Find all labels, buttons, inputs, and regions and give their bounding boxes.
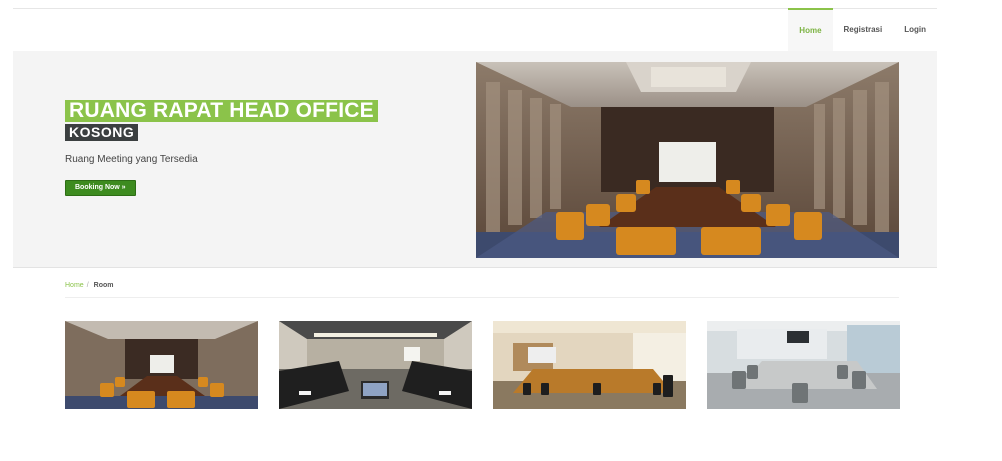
breadcrumb-current: Room <box>93 282 114 289</box>
nav-item-login[interactable]: Login <box>893 8 937 51</box>
breadcrumb-home-link[interactable]: Home <box>65 282 84 289</box>
booking-now-button[interactable]: Booking Now » <box>65 180 136 196</box>
hero-conference-room-image <box>476 62 899 258</box>
room-thumbnail-1[interactable] <box>65 321 258 409</box>
hero-banner: RUANG RAPAT HEAD OFFICE KOSONG Ruang Mee… <box>13 51 937 268</box>
navbar: Home Registrasi Login <box>13 8 937 52</box>
breadcrumb-divider <box>65 297 899 298</box>
hero-title: RUANG RAPAT HEAD OFFICE <box>65 100 378 122</box>
hero-subtitle: Ruang Meeting yang Tersedia <box>65 154 198 165</box>
room-thumbnail-4[interactable] <box>707 321 900 409</box>
breadcrumb-separator: / <box>86 282 89 289</box>
nav-item-home[interactable]: Home <box>788 8 833 51</box>
nav-item-registrasi[interactable]: Registrasi <box>833 8 894 51</box>
status-badge: KOSONG <box>65 124 139 141</box>
room-thumbnail-2[interactable] <box>279 321 472 409</box>
breadcrumb: Home / Room <box>65 282 113 289</box>
page: Home Registrasi Login RUANG RAPAT HEAD O… <box>13 8 937 409</box>
main-nav: Home Registrasi Login <box>788 8 937 51</box>
room-thumbnail-3[interactable] <box>493 321 686 409</box>
